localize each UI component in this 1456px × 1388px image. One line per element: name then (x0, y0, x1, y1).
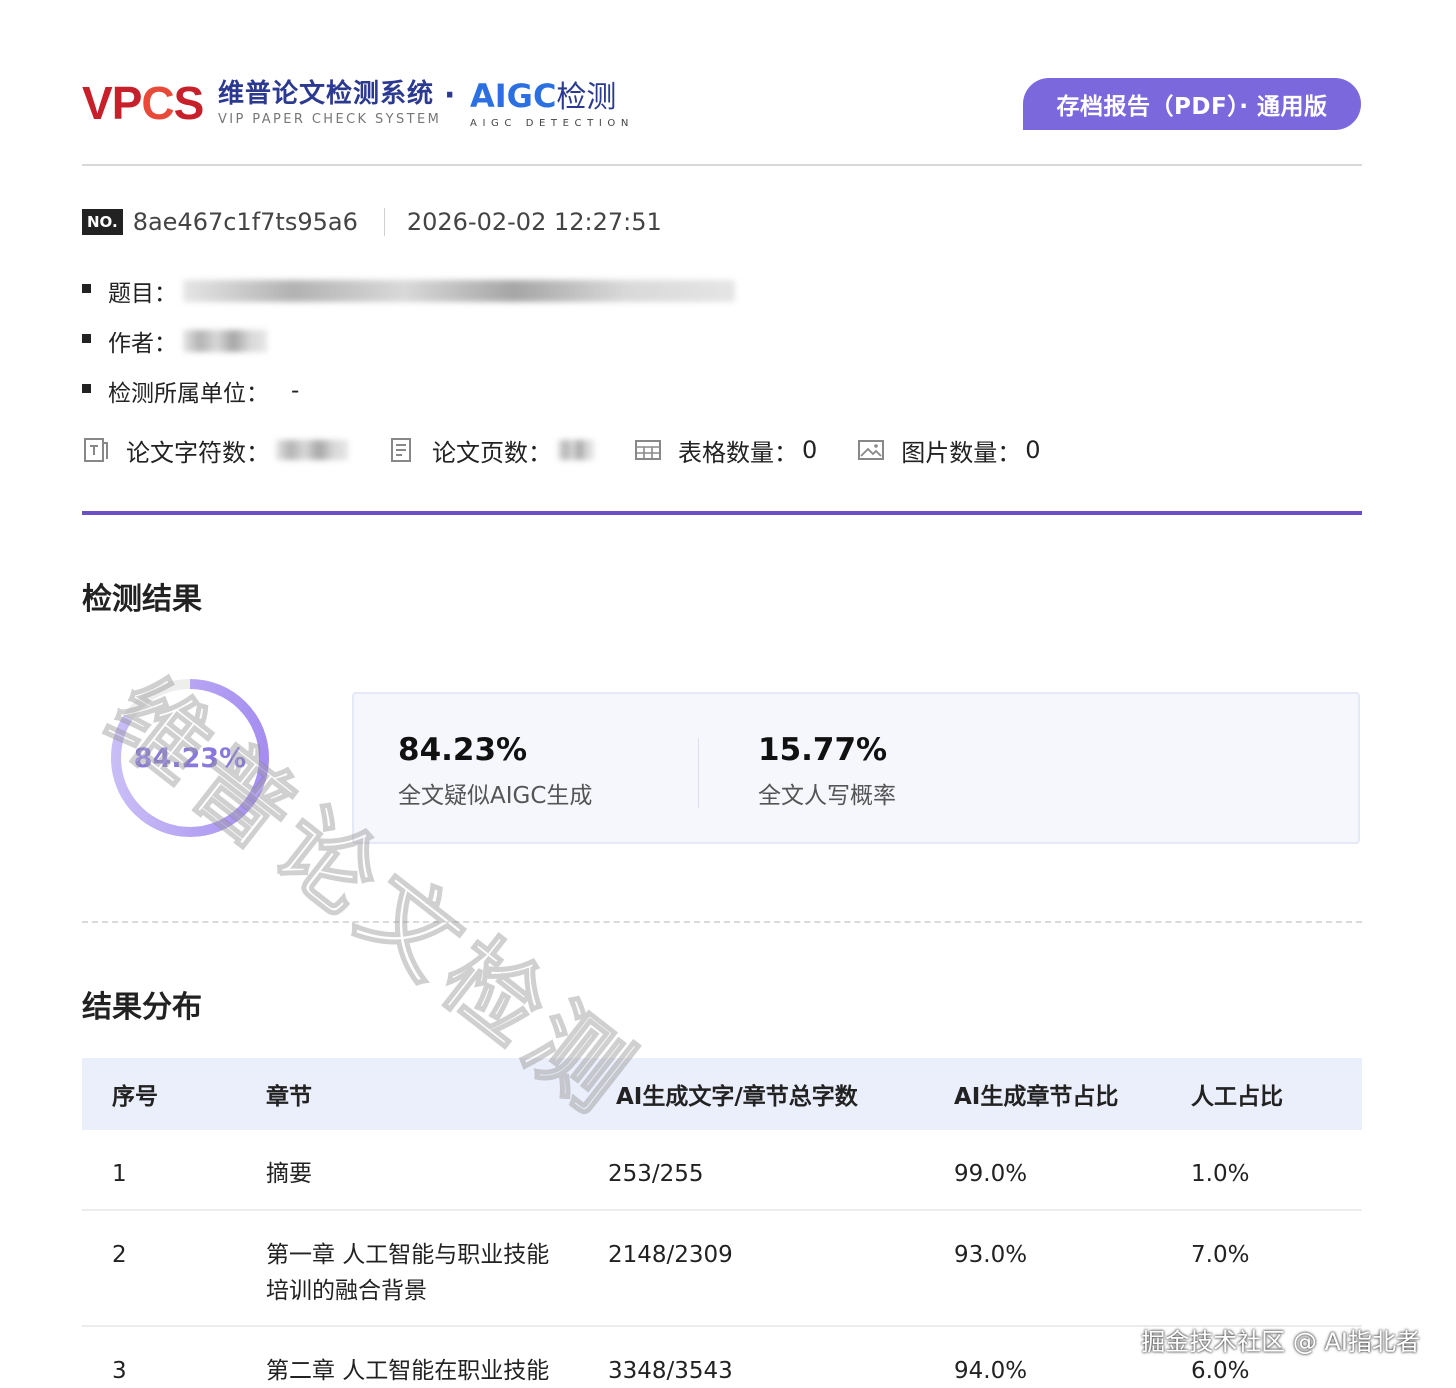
paper-stats-row: 论文字符数： 论文页数： 表格数量： 0 图片数量： 0 (82, 428, 1081, 472)
bullet-icon (82, 383, 91, 393)
col-header-ai-chars: AI生成文字/章节总字数 (608, 1058, 954, 1130)
row-ai-ratio: 99.0% (954, 1130, 1191, 1211)
col-header-ai-ratio: AI生成章节占比 (954, 1058, 1191, 1130)
paper-unit-item: 检测所属单位： - (82, 366, 735, 416)
logo-en-name: VIP PAPER CHECK SYSTEM (218, 112, 442, 127)
aigc-logo-latin: AIGC (470, 77, 557, 115)
table-row: 2 第一章 人工智能与职业技能 培训的融合背景 2148/2309 93.0% … (82, 1210, 1362, 1327)
redacted-char-count (276, 440, 348, 460)
char-count-label: 论文字符数： (126, 438, 270, 467)
redacted-page-count (558, 440, 594, 460)
redacted-author (183, 330, 267, 352)
table-count-label: 表格数量： (678, 438, 798, 467)
redacted-title (183, 280, 735, 302)
aigc-logo: AIGC检测 AIGC DETECTION (470, 78, 634, 129)
distribution-title: 结果分布 (82, 990, 202, 1025)
char-count-stat: 论文字符数： (82, 433, 348, 468)
paper-info-list: 题目： 作者： 检测所属单位： - (82, 266, 735, 416)
row-ai-ratio: 93.0% (954, 1210, 1191, 1327)
row-ai-chars: 3348/3543 (608, 1358, 733, 1384)
page-count-stat: 论文页数： (388, 433, 594, 468)
detection-result-title: 检测结果 (82, 582, 202, 617)
archive-report-pdf-button[interactable]: 存档报告（PDF）· 通用版 (1023, 78, 1361, 130)
row-human-ratio: 7.0% (1191, 1210, 1362, 1327)
logo-cn-name: 维普论文检测系统 (218, 79, 435, 109)
table-count-stat: 表格数量： 0 (634, 433, 817, 468)
paper-title-item: 题目： (82, 266, 735, 316)
row-chapter: 第二章 人工智能在职业技能 (266, 1358, 550, 1384)
image-icon (858, 440, 885, 460)
paper-title-label: 题目： (108, 281, 177, 307)
page-count-icon (391, 438, 411, 462)
result-summary-card: 84.23% 全文疑似AIGC生成 15.77% 全文人写概率 (352, 692, 1360, 844)
human-result-block: 15.77% 全文人写概率 (758, 730, 896, 810)
logo-separator: · (444, 78, 456, 113)
paper-author-item: 作者： (82, 316, 735, 366)
human-percentage: 15.77% (758, 732, 888, 768)
image-count-stat: 图片数量： 0 (857, 433, 1041, 468)
aigc-result-block: 84.23% 全文疑似AIGC生成 (398, 730, 592, 810)
page-count-label: 论文页数： (432, 438, 552, 467)
section-divider (82, 511, 1362, 515)
paper-author-label: 作者： (108, 331, 177, 357)
paper-unit-label: 检测所属单位： (108, 381, 269, 407)
dashed-divider (82, 921, 1362, 923)
table-header-row: 序号 章节 AI生成文字/章节总字数 AI生成章节占比 人工占比 (82, 1058, 1362, 1130)
paper-unit-value: - (291, 378, 300, 404)
report-date: 2026-02-02 12:27:51 (406, 208, 662, 236)
table-row: 1 摘要 253/255 99.0% 1.0% (82, 1130, 1362, 1211)
aigc-logo-sub: AIGC DETECTION (470, 118, 634, 129)
header-divider (82, 164, 1362, 166)
row-chapter-line2: 培训的融合背景 (266, 1278, 427, 1304)
report-page: VPCS 维普论文检测系统 VIP PAPER CHECK SYSTEM · A… (0, 0, 1456, 1388)
vpcs-logo: VPCS (82, 77, 204, 129)
bullet-icon (82, 283, 91, 293)
row-chapter: 第一章 人工智能与职业技能 培训的融合背景 (266, 1210, 608, 1327)
aigc-label: 全文疑似AIGC生成 (398, 783, 593, 809)
vpcs-logo-text: 维普论文检测系统 VIP PAPER CHECK SYSTEM (218, 78, 441, 128)
row-ai-chars: 2148/2309 (608, 1210, 954, 1327)
document-text-icon (84, 438, 108, 462)
meta-separator (383, 208, 385, 236)
ring-percentage: 84.23% (133, 742, 247, 774)
bullet-icon (82, 333, 91, 343)
aigc-logo-cn: 检测 (556, 80, 617, 115)
row-no: 3 (112, 1358, 127, 1384)
row-chapter: 摘要 (266, 1130, 608, 1211)
col-header-no: 序号 (82, 1058, 266, 1130)
card-separator (698, 738, 699, 808)
report-header: VPCS 维普论文检测系统 VIP PAPER CHECK SYSTEM · A… (82, 70, 1362, 140)
report-number-row: NO. 8ae467c1f7ts95a6 2026-02-02 12:27:51 (82, 204, 662, 240)
col-header-chapter: 章节 (266, 1058, 608, 1130)
report-number: 8ae467c1f7ts95a6 (132, 208, 358, 236)
row-no: 2 (82, 1210, 266, 1327)
table-count-value: 0 (802, 436, 818, 464)
col-header-human-ratio: 人工占比 (1191, 1058, 1362, 1130)
row-no: 1 (82, 1130, 266, 1211)
row-human-ratio: 1.0% (1191, 1130, 1362, 1211)
row-chapter-line1: 第一章 人工智能与职业技能 (266, 1242, 550, 1268)
image-count-label: 图片数量： (901, 438, 1022, 467)
row-ai-chars: 253/255 (608, 1130, 954, 1211)
table-icon (635, 440, 661, 460)
aigc-percentage: 84.23% (398, 732, 528, 768)
human-label: 全文人写概率 (758, 783, 896, 809)
no-badge: NO. (82, 209, 123, 235)
image-count-value: 0 (1025, 436, 1041, 464)
source-credit: 掘金技术社区 @ AI指北者 (1141, 1328, 1420, 1356)
